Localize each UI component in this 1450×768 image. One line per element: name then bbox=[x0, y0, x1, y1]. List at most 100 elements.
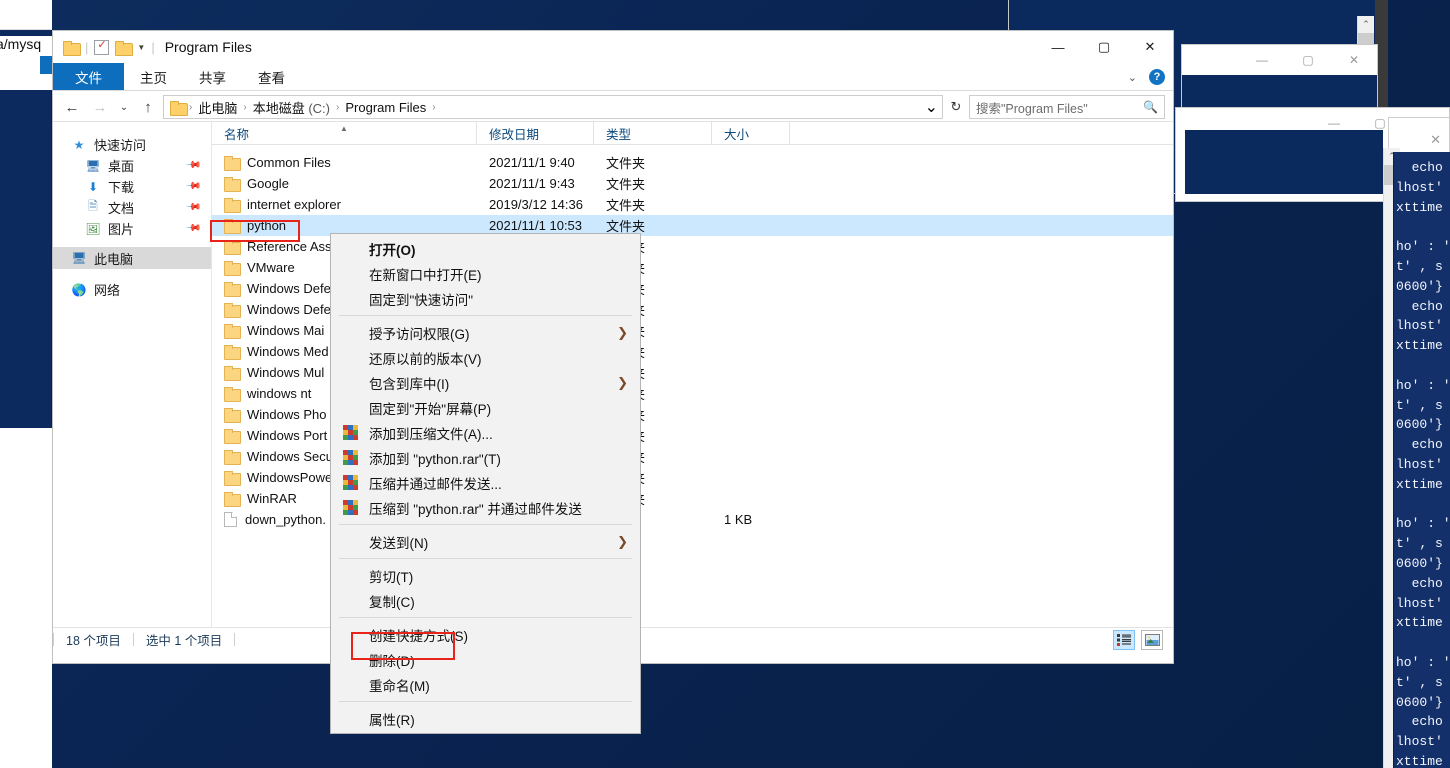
close-icon[interactable]: ✕ bbox=[1331, 45, 1377, 75]
new-folder-icon[interactable] bbox=[115, 40, 134, 56]
recent-locations-button[interactable]: ⌄ bbox=[115, 94, 133, 120]
folder-icon bbox=[224, 450, 241, 465]
breadcrumb[interactable]: › 此电脑 › 本地磁盘 (C:) › Program Files › ⌄ bbox=[163, 95, 943, 119]
menu-item[interactable]: 剪切(T) bbox=[331, 563, 640, 588]
breadcrumb-separator[interactable]: › bbox=[189, 102, 192, 113]
pin-icon[interactable]: 📌 bbox=[184, 199, 201, 216]
pin-icon[interactable]: 📌 bbox=[184, 220, 201, 237]
scroll-up-icon[interactable]: ⌃ bbox=[1358, 16, 1374, 33]
sidebar-item-documents[interactable]: 🗎 文档 📌 bbox=[53, 197, 211, 218]
star-icon: ★ bbox=[73, 137, 85, 152]
menu-item-label: 添加到压缩文件(A)... bbox=[369, 426, 493, 442]
breadcrumb-separator[interactable]: › bbox=[243, 102, 246, 113]
tab-share[interactable]: 共享 bbox=[183, 63, 242, 90]
up-button[interactable]: ↑ bbox=[135, 94, 161, 120]
sidebar-item-downloads[interactable]: ⬇ 下载 📌 bbox=[53, 176, 211, 197]
minimize-icon[interactable]: — bbox=[1239, 45, 1285, 75]
network-icon: 🌎 bbox=[71, 282, 87, 297]
menu-item-label: 复制(C) bbox=[369, 594, 415, 610]
menu-item[interactable]: 还原以前的版本(V) bbox=[331, 345, 640, 370]
sidebar-item-pictures[interactable]: 🖼 图片 📌 bbox=[53, 218, 211, 239]
view-toggle-group bbox=[1113, 628, 1163, 652]
file-name-label: windows nt bbox=[247, 386, 312, 401]
background-partial-text: a/mysq bbox=[0, 36, 52, 56]
search-icon[interactable]: 🔍 bbox=[1143, 100, 1158, 114]
breadcrumb-dropdown[interactable]: ⌄ bbox=[925, 96, 938, 118]
maximize-button[interactable]: ▢ bbox=[1081, 31, 1127, 63]
help-icon[interactable]: ? bbox=[1149, 69, 1165, 85]
sidebar-item-network[interactable]: 🌎 网络 bbox=[53, 279, 211, 300]
menu-item[interactable]: 包含到库中(I) ❯ bbox=[331, 370, 640, 395]
tab-view[interactable]: 查看 bbox=[242, 63, 301, 90]
menu-item-label: 打开(O) bbox=[369, 242, 416, 258]
column-header-date[interactable]: 修改日期 bbox=[477, 121, 594, 145]
breadcrumb-item-this-pc[interactable]: 此电脑 bbox=[195, 98, 240, 117]
back-button[interactable]: ← bbox=[59, 94, 85, 120]
chevron-down-icon[interactable]: ▼ bbox=[137, 43, 145, 52]
table-row[interactable]: Common Files 2021/11/1 9:40 文件夹 bbox=[212, 152, 1173, 173]
window-controls: — ▢ ✕ bbox=[1035, 31, 1173, 63]
menu-item-label: 压缩到 "python.rar" 并通过邮件发送 bbox=[369, 501, 582, 517]
screen: — ▢ ✕ ⌃ — ▢ ✕ — ▢ ✕ ✕ bbox=[0, 0, 1450, 768]
menu-item-label: 授予访问权限(G) bbox=[369, 326, 470, 342]
explorer-titlebar[interactable]: | ▼ | Program Files — ▢ ✕ bbox=[53, 31, 1173, 63]
folder-icon bbox=[224, 324, 241, 339]
refresh-button[interactable]: ↻ bbox=[945, 94, 967, 120]
pin-icon[interactable]: 📌 bbox=[184, 157, 201, 174]
thumbnails-view-icon[interactable] bbox=[1141, 630, 1163, 650]
menu-item[interactable]: 创建快捷方式(S) bbox=[331, 622, 640, 647]
breadcrumb-separator[interactable]: › bbox=[336, 102, 339, 113]
close-icon[interactable]: ✕ bbox=[1430, 132, 1441, 148]
column-header-type[interactable]: 类型 bbox=[594, 121, 712, 145]
breadcrumb-item-program-files[interactable]: Program Files bbox=[342, 100, 429, 115]
menu-item[interactable]: 在新窗口中打开(E) bbox=[331, 261, 640, 286]
menu-item[interactable]: 复制(C) bbox=[331, 588, 640, 613]
tab-file[interactable]: 文件 bbox=[53, 63, 124, 90]
maximize-icon[interactable]: ▢ bbox=[1285, 45, 1331, 75]
table-row[interactable]: Google 2021/11/1 9:43 文件夹 bbox=[212, 173, 1173, 194]
minimize-button[interactable]: — bbox=[1035, 31, 1081, 63]
file-date-cell: 2021/11/1 10:53 bbox=[489, 218, 583, 233]
sidebar-item-desktop[interactable]: 🖥 桌面 📌 bbox=[53, 155, 211, 176]
menu-separator bbox=[339, 524, 632, 525]
chevron-down-icon[interactable]: ⌄ bbox=[1128, 71, 1137, 84]
menu-item[interactable]: 发送到(N) ❯ bbox=[331, 529, 640, 554]
details-view-icon[interactable] bbox=[1113, 630, 1135, 650]
menu-item[interactable]: 打开(O) bbox=[331, 236, 640, 261]
folder-icon bbox=[224, 261, 241, 276]
terminal-right[interactable]: echo lhost' xttime ho' : ' t' , s 0600'}… bbox=[1393, 152, 1450, 768]
menu-separator bbox=[339, 701, 632, 702]
sidebar-item-quick-access[interactable]: ★ 快速访问 bbox=[53, 134, 211, 155]
sidebar-item-this-pc[interactable]: 🖥 此电脑 bbox=[53, 247, 211, 269]
file-name-label: Windows Med bbox=[247, 344, 329, 359]
menu-item[interactable]: 删除(D) bbox=[331, 647, 640, 672]
search-input[interactable]: 搜索"Program Files" 🔍 bbox=[969, 95, 1165, 119]
this-pc-icon: 🖥 bbox=[71, 251, 87, 265]
pin-icon[interactable]: 📌 bbox=[184, 178, 201, 195]
menu-item[interactable]: 重命名(M) bbox=[331, 672, 640, 697]
file-name-label: WinRAR bbox=[247, 491, 297, 506]
menu-item[interactable]: 属性(R) bbox=[331, 706, 640, 731]
quick-access-toolbar[interactable]: | ▼ | bbox=[53, 38, 155, 56]
context-menu[interactable]: 打开(O) 在新窗口中打开(E) 固定到"快速访问" 授予访问权限(G) ❯ 还原以前的版… bbox=[330, 233, 641, 734]
tab-home[interactable]: 主页 bbox=[124, 63, 183, 90]
folder-icon bbox=[224, 429, 241, 444]
titlebar[interactable]: — ▢ ✕ bbox=[1182, 45, 1377, 75]
menu-item[interactable]: 授予访问权限(G) ❯ bbox=[331, 320, 640, 345]
menu-item[interactable]: 添加到压缩文件(A)... bbox=[331, 420, 640, 445]
table-row[interactable]: internet explorer 2019/3/12 14:36 文件夹 bbox=[212, 194, 1173, 215]
menu-item[interactable]: 添加到 "python.rar"(T) bbox=[331, 445, 640, 470]
properties-icon[interactable] bbox=[94, 38, 110, 55]
menu-item[interactable]: 固定到"开始"屏幕(P) bbox=[331, 395, 640, 420]
menu-item-label: 固定到"快速访问" bbox=[369, 292, 474, 308]
column-header-size[interactable]: 大小 bbox=[712, 121, 790, 145]
document-icon bbox=[224, 512, 237, 527]
breadcrumb-separator[interactable]: › bbox=[432, 102, 435, 113]
close-button[interactable]: ✕ bbox=[1127, 31, 1173, 63]
menu-item[interactable]: 压缩并通过邮件发送... bbox=[331, 470, 640, 495]
breadcrumb-item-local-disk[interactable]: 本地磁盘 (C:) bbox=[250, 98, 333, 117]
menu-item[interactable]: 固定到"快速访问" bbox=[331, 286, 640, 311]
forward-button[interactable]: → bbox=[87, 94, 113, 120]
menu-item[interactable]: 压缩到 "python.rar" 并通过邮件发送 bbox=[331, 495, 640, 520]
